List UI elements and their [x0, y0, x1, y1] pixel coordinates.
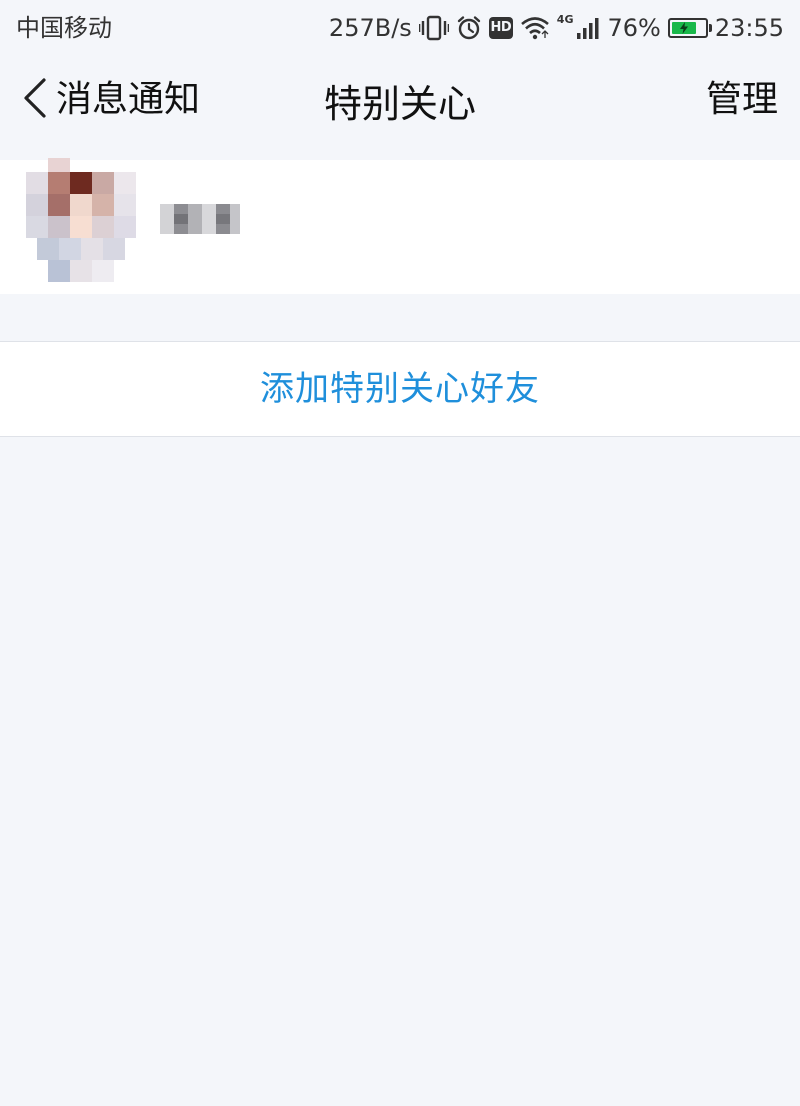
page-title: 特别关心: [323, 82, 476, 126]
signal-icon: [576, 16, 600, 40]
add-special-care-label: 添加特别关心好友: [260, 369, 540, 409]
battery-icon: [667, 18, 712, 38]
friend-name-obscured: [160, 200, 240, 240]
manage-button[interactable]: 管理: [706, 74, 778, 126]
carrier-label: 中国移动: [16, 14, 112, 42]
hd-icon: HD: [488, 17, 513, 39]
status-bar: 中国移动 257B/s HD 4G 76% 23:55: [0, 0, 800, 56]
avatar[interactable]: [26, 158, 136, 286]
alarm-icon: [456, 15, 482, 41]
network-type-label: 4G: [556, 12, 574, 26]
wifi-icon: [520, 16, 550, 40]
nav-bar: 消息通知 特别关心 管理: [0, 56, 800, 148]
clock-time: 23:55: [714, 14, 784, 42]
vibrate-icon: [418, 15, 449, 41]
battery-level-fill: [671, 22, 697, 34]
add-special-care-button[interactable]: 添加特别关心好友: [0, 341, 800, 437]
status-indicators: 257B/s HD 4G 76% 23:55: [329, 10, 784, 46]
battery-percent: 76%: [607, 14, 661, 42]
net-speed: 257B/s: [328, 14, 412, 42]
charging-bolt-icon: [679, 22, 688, 34]
